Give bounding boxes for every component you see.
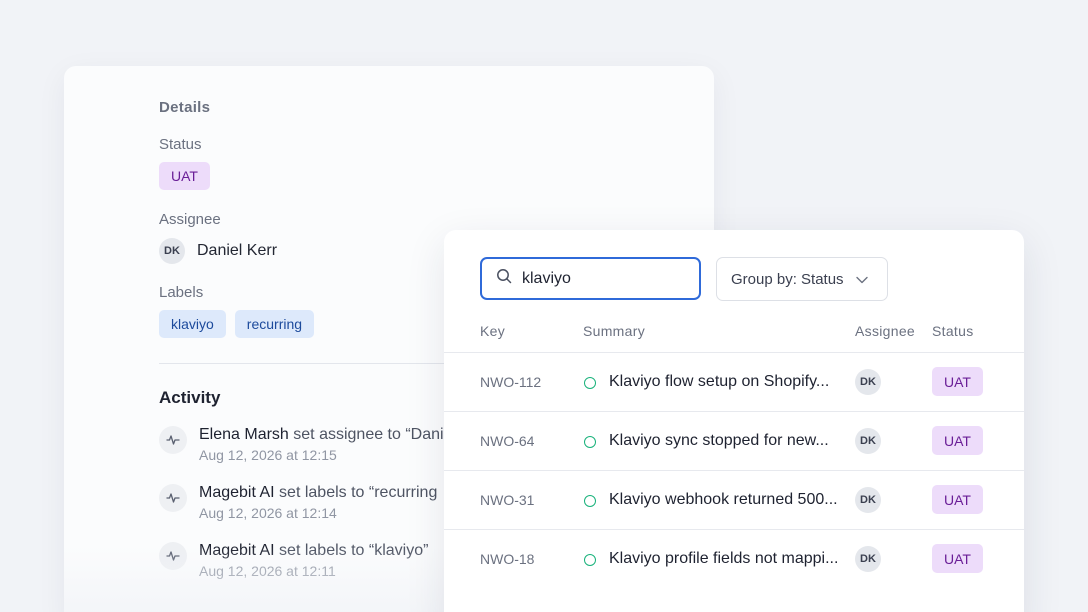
activity-icon <box>159 484 187 512</box>
activity-icon <box>159 542 187 570</box>
column-header-key[interactable]: Key <box>480 323 505 339</box>
activity-action: set assignee to “Dani <box>288 426 444 443</box>
label-chip-recurring[interactable]: recurring <box>234 310 315 338</box>
issue-key: NWO-31 <box>480 492 535 508</box>
status-circle-icon <box>584 436 596 448</box>
search-input[interactable] <box>522 269 682 288</box>
label-chip-klaviyo[interactable]: klaviyo <box>159 310 226 338</box>
table-row[interactable]: NWO-31 Klaviyo webhook returned 500... D… <box>444 470 1024 529</box>
issue-summary: Klaviyo profile fields not mappi... <box>609 550 839 567</box>
activity-timestamp: Aug 12, 2026 at 12:11 <box>199 563 336 579</box>
activity-actor: Magebit AI <box>199 484 275 501</box>
status-field-label: Status <box>159 136 202 153</box>
status-circle-icon <box>584 554 596 566</box>
table-row[interactable]: NWO-64 Klaviyo sync stopped for new... D… <box>444 411 1024 470</box>
activity-timestamp: Aug 12, 2026 at 12:14 <box>199 505 337 521</box>
avatar: DK <box>855 369 881 395</box>
activity-title: Activity <box>159 388 221 407</box>
search-field[interactable] <box>480 257 701 300</box>
group-by-dropdown[interactable]: Group by: Status <box>716 257 888 301</box>
issue-summary: Klaviyo flow setup on Shopify... <box>609 373 830 390</box>
avatar: DK <box>855 428 881 454</box>
activity-timestamp: Aug 12, 2026 at 12:15 <box>199 447 337 463</box>
assignee-name: Daniel Kerr <box>197 242 278 259</box>
table-row[interactable]: NWO-18 Klaviyo profile fields not mappi.… <box>444 529 1024 588</box>
issue-key: NWO-18 <box>480 551 535 567</box>
issue-summary: Klaviyo webhook returned 500... <box>609 491 838 508</box>
status-badge: UAT <box>932 426 983 455</box>
avatar: DK <box>855 487 881 513</box>
activity-action: set labels to “recurring <box>274 484 438 501</box>
status-badge[interactable]: UAT <box>159 162 210 190</box>
divider <box>159 363 459 364</box>
activity-actor: Magebit AI <box>199 542 275 559</box>
column-header-summary[interactable]: Summary <box>583 323 645 339</box>
activity-actor: Elena Marsh <box>199 426 289 443</box>
assignee-field-label: Assignee <box>159 211 221 228</box>
issue-key: NWO-112 <box>480 374 542 390</box>
column-header-status[interactable]: Status <box>932 323 974 339</box>
status-badge: UAT <box>932 485 983 514</box>
issue-key: NWO-64 <box>480 433 535 449</box>
status-circle-icon <box>584 495 596 507</box>
status-badge: UAT <box>932 544 983 573</box>
activity-icon <box>159 426 187 454</box>
avatar: DK <box>159 238 185 264</box>
column-header-assignee[interactable]: Assignee <box>855 323 915 339</box>
chevron-down-icon <box>855 271 868 288</box>
labels-list: klaviyo recurring <box>159 310 315 338</box>
avatar: DK <box>855 546 881 572</box>
activity-action: set labels to “klaviyo” <box>274 542 429 559</box>
search-icon <box>496 268 512 289</box>
group-by-label: Group by: Status <box>731 270 844 288</box>
issue-summary: Klaviyo sync stopped for new... <box>609 432 829 449</box>
status-badge: UAT <box>932 367 983 396</box>
table-row[interactable]: NWO-112 Klaviyo flow setup on Shopify...… <box>444 352 1024 411</box>
details-section-title: Details <box>159 99 211 116</box>
issue-list-panel: Group by: Status Key Summary Assignee St… <box>444 230 1024 612</box>
labels-field-label: Labels <box>159 284 204 301</box>
assignee-selector[interactable]: DK Daniel Kerr <box>159 238 277 264</box>
status-circle-icon <box>584 377 596 389</box>
issue-table: NWO-112 Klaviyo flow setup on Shopify...… <box>444 352 1024 588</box>
